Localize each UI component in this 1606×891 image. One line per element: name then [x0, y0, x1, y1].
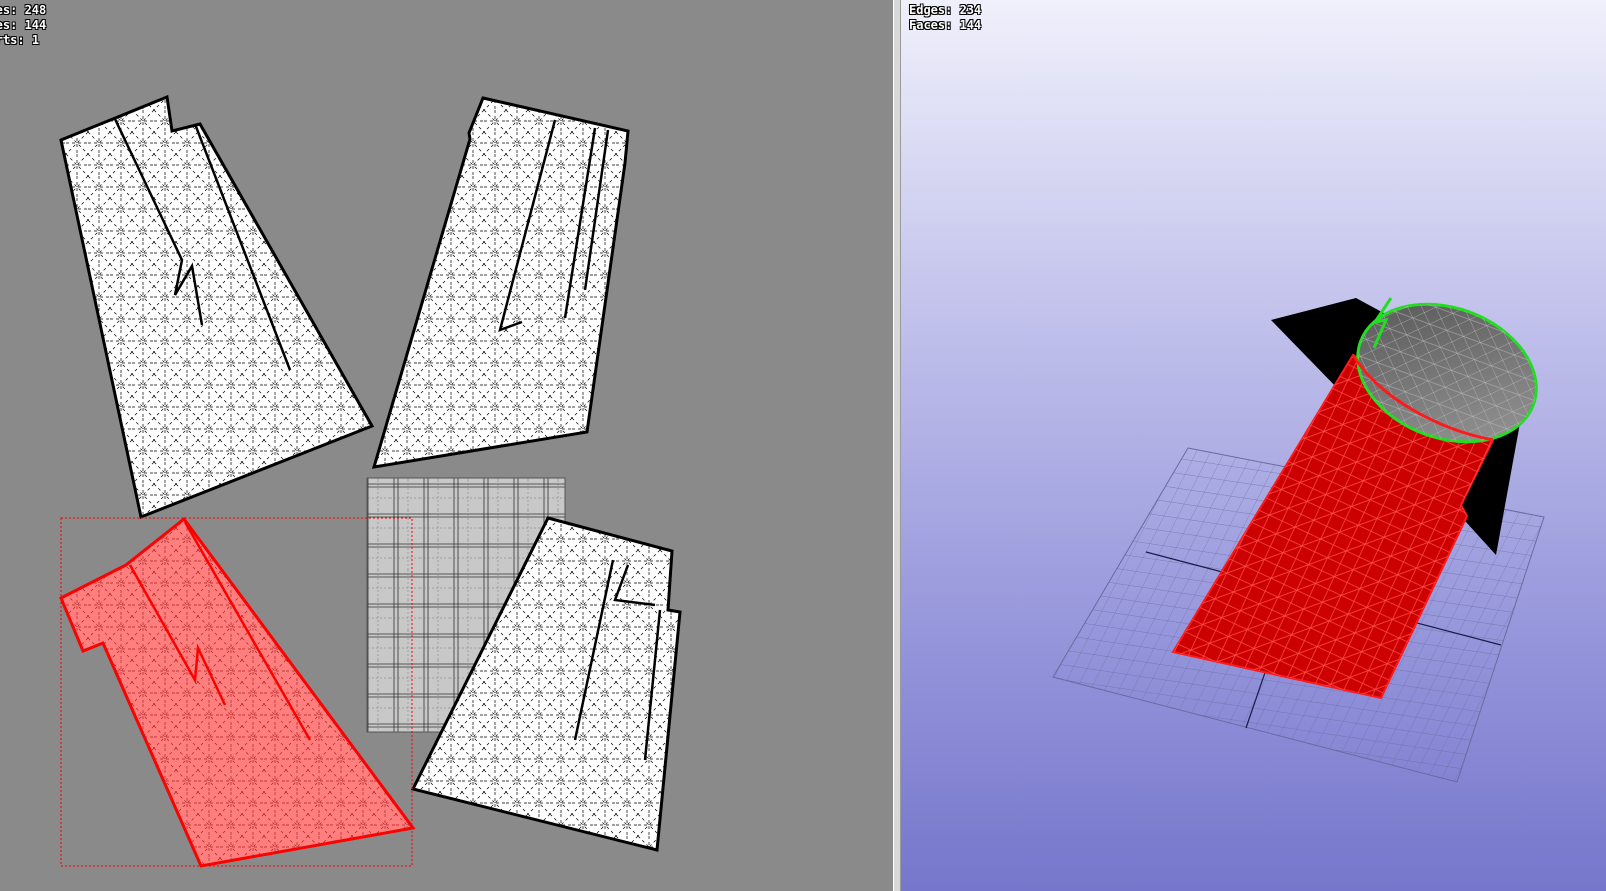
- uv-editor-pane[interactable]: Edges: 248 Faces: 144 Charts: 1: [0, 0, 893, 891]
- pane-splitter[interactable]: [893, 0, 901, 891]
- 3d-scene-canvas[interactable]: [901, 0, 1606, 891]
- uv-chart-1[interactable]: [59, 94, 375, 520]
- uv-layout-canvas[interactable]: [0, 0, 893, 891]
- uv-chart-2[interactable]: [371, 96, 630, 469]
- selected-uv-chart[interactable]: [59, 516, 416, 868]
- 3d-viewport-pane[interactable]: Edges: 234 Faces: 144: [901, 0, 1606, 891]
